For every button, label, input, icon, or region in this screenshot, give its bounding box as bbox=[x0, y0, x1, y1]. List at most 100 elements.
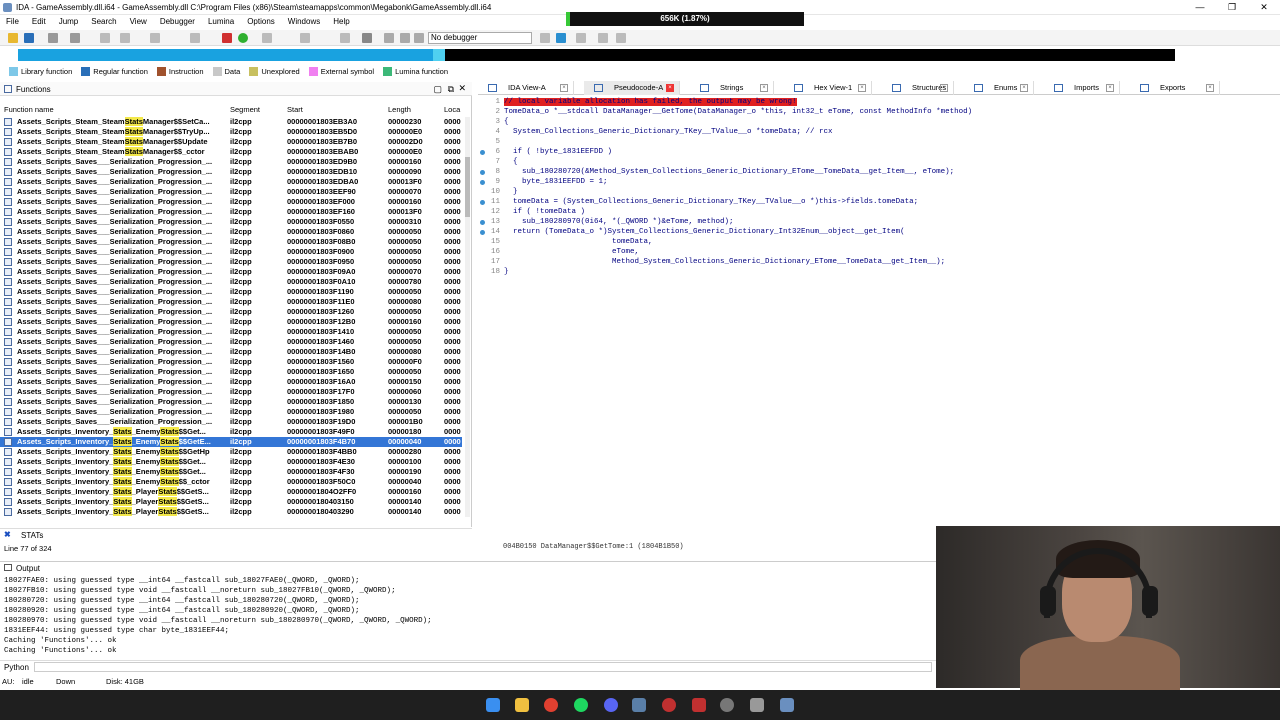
function-row[interactable]: Assets_Scripts_Saves___Serialization_Pro… bbox=[0, 387, 462, 397]
menu-edit[interactable]: Edit bbox=[26, 15, 53, 29]
function-row[interactable]: Assets_Scripts_Saves___Serialization_Pro… bbox=[0, 237, 462, 247]
code-line[interactable]: 1 // local variable allocation has failed… bbox=[478, 98, 1280, 108]
forward-icon[interactable] bbox=[70, 33, 80, 43]
col-start[interactable]: Start bbox=[287, 105, 303, 114]
col-function-name[interactable]: Function name bbox=[4, 105, 54, 114]
function-row[interactable]: Assets_Scripts_Saves___Serialization_Pro… bbox=[0, 167, 462, 177]
function-row[interactable]: Assets_Scripts_Saves___Serialization_Pro… bbox=[0, 367, 462, 377]
restore-icon[interactable]: ⧉ bbox=[448, 84, 454, 95]
function-row[interactable]: Assets_Scripts_Saves___Serialization_Pro… bbox=[0, 337, 462, 347]
tool-icon[interactable] bbox=[340, 33, 350, 43]
debugger-select[interactable]: No debugger bbox=[428, 32, 532, 44]
function-row[interactable]: Assets_Scripts_Saves___Serialization_Pro… bbox=[0, 307, 462, 317]
chrome-icon[interactable] bbox=[544, 698, 558, 712]
function-row[interactable]: Assets_Scripts_Saves___Serialization_Pro… bbox=[0, 217, 462, 227]
save-icon[interactable] bbox=[24, 33, 34, 43]
code-line[interactable]: 4 System_Collections_Generic_Dictionary_… bbox=[478, 128, 1280, 138]
function-row[interactable]: Assets_Scripts_Steam_SteamStatsManager$$… bbox=[0, 147, 462, 157]
menu-search[interactable]: Search bbox=[85, 15, 123, 29]
tab-close-icon[interactable]: × bbox=[1106, 84, 1114, 92]
menu-view[interactable]: View bbox=[124, 15, 154, 29]
function-row[interactable]: Assets_Scripts_Inventory_Stats_EnemyStat… bbox=[0, 467, 462, 477]
function-row[interactable]: Assets_Scripts_Saves___Serialization_Pro… bbox=[0, 267, 462, 277]
app-icon[interactable] bbox=[750, 698, 764, 712]
stop-icon[interactable] bbox=[414, 33, 424, 43]
function-row[interactable]: Assets_Scripts_Inventory_Stats_PlayerSta… bbox=[0, 507, 462, 517]
function-row[interactable]: Assets_Scripts_Saves___Serialization_Pro… bbox=[0, 377, 462, 387]
app-icon[interactable] bbox=[692, 698, 706, 712]
tab-close-icon[interactable]: × bbox=[858, 84, 866, 92]
menu-lumina[interactable]: Lumina bbox=[202, 15, 241, 29]
function-row[interactable]: Assets_Scripts_Saves___Serialization_Pro… bbox=[0, 327, 462, 337]
tab-exports[interactable]: Exports × bbox=[1130, 81, 1220, 95]
tool-icon[interactable] bbox=[616, 33, 626, 43]
function-row[interactable]: Assets_Scripts_Saves___Serialization_Pro… bbox=[0, 197, 462, 207]
code-line[interactable]: 10 } bbox=[478, 188, 1280, 198]
menu-file[interactable]: File bbox=[0, 15, 26, 29]
function-row[interactable]: Assets_Scripts_Saves___Serialization_Pro… bbox=[0, 407, 462, 417]
code-line[interactable]: 14 return (TomeData_o *)System_Collectio… bbox=[478, 228, 1280, 238]
code-line[interactable]: 18} bbox=[478, 268, 1280, 278]
code-line[interactable]: 8 sub_180280720(&Method_System_Collectio… bbox=[478, 168, 1280, 178]
function-row[interactable]: Assets_Scripts_Saves___Serialization_Pro… bbox=[0, 187, 462, 197]
col-length[interactable]: Length bbox=[388, 105, 411, 114]
tab-imports[interactable]: Imports × bbox=[1044, 81, 1120, 95]
function-row[interactable]: Assets_Scripts_Saves___Serialization_Pro… bbox=[0, 317, 462, 327]
function-row[interactable]: Assets_Scripts_Saves___Serialization_Pro… bbox=[0, 297, 462, 307]
function-row[interactable]: Assets_Scripts_Inventory_Stats_EnemyStat… bbox=[0, 437, 462, 447]
function-row[interactable]: Assets_Scripts_Steam_SteamStatsManager$$… bbox=[0, 117, 462, 127]
code-line[interactable]: 16 eTome, bbox=[478, 248, 1280, 258]
app-icon[interactable] bbox=[720, 698, 734, 712]
tool-icon[interactable] bbox=[598, 33, 608, 43]
filter-text[interactable]: STATs bbox=[21, 531, 43, 540]
ida-taskbar-icon[interactable] bbox=[780, 698, 794, 712]
function-row[interactable]: Assets_Scripts_Inventory_Stats_PlayerSta… bbox=[0, 487, 462, 497]
code-line[interactable]: 7 { bbox=[478, 158, 1280, 168]
play-icon[interactable] bbox=[384, 33, 394, 43]
maximize-icon[interactable]: ❐ bbox=[1216, 0, 1248, 15]
function-row[interactable]: Assets_Scripts_Saves___Serialization_Pro… bbox=[0, 177, 462, 187]
run-icon[interactable] bbox=[238, 33, 248, 43]
cli-language[interactable]: Python bbox=[4, 663, 29, 672]
minimize-icon[interactable]: — bbox=[1184, 0, 1216, 15]
code-line[interactable]: 11 tomeData = (System_Collections_Generi… bbox=[478, 198, 1280, 208]
col-segment[interactable]: Segment bbox=[230, 105, 260, 114]
cancel-icon[interactable] bbox=[362, 33, 372, 43]
function-row[interactable]: Assets_Scripts_Saves___Serialization_Pro… bbox=[0, 347, 462, 357]
function-row[interactable]: Assets_Scripts_Inventory_Stats_EnemyStat… bbox=[0, 447, 462, 457]
function-row[interactable]: Assets_Scripts_Saves___Serialization_Pro… bbox=[0, 287, 462, 297]
tab-pseudocode-a[interactable]: Pseudocode-A × bbox=[584, 81, 680, 95]
steam-icon[interactable] bbox=[632, 698, 646, 712]
menu-jump[interactable]: Jump bbox=[53, 15, 86, 29]
open-icon[interactable] bbox=[8, 33, 18, 43]
cli-input[interactable] bbox=[34, 662, 932, 672]
tool-icon[interactable] bbox=[100, 33, 110, 43]
close-icon[interactable]: ✕ bbox=[458, 83, 466, 94]
tab-close-icon[interactable]: × bbox=[560, 84, 568, 92]
col-locals[interactable]: Loca bbox=[444, 105, 460, 114]
function-row[interactable]: Assets_Scripts_Saves___Serialization_Pro… bbox=[0, 257, 462, 267]
tab-structures[interactable]: Structures × bbox=[882, 81, 954, 95]
code-line[interactable]: 15 tomeData, bbox=[478, 238, 1280, 248]
tab-ida-view-a[interactable]: IDA View-A × bbox=[478, 81, 574, 95]
app-icon[interactable] bbox=[662, 698, 676, 712]
windows-start-icon[interactable] bbox=[486, 698, 500, 712]
function-row[interactable]: Assets_Scripts_Saves___Serialization_Pro… bbox=[0, 207, 462, 217]
tool-icon[interactable] bbox=[540, 33, 550, 43]
float-icon[interactable]: ▢ bbox=[433, 84, 442, 95]
function-row[interactable]: Assets_Scripts_Inventory_Stats_EnemyStat… bbox=[0, 477, 462, 487]
back-icon[interactable] bbox=[48, 33, 58, 43]
refresh-icon[interactable] bbox=[556, 33, 566, 43]
graph-icon[interactable] bbox=[222, 33, 232, 43]
function-row[interactable]: Assets_Scripts_Inventory_Stats_EnemyStat… bbox=[0, 457, 462, 467]
function-row[interactable]: Assets_Scripts_Saves___Serialization_Pro… bbox=[0, 357, 462, 367]
file-explorer-icon[interactable] bbox=[515, 698, 529, 712]
tab-strings[interactable]: Strings × bbox=[690, 81, 774, 95]
function-row[interactable]: Assets_Scripts_Saves___Serialization_Pro… bbox=[0, 417, 462, 427]
navigation-strip[interactable] bbox=[18, 49, 1175, 61]
tab-close-icon[interactable]: × bbox=[666, 84, 674, 92]
function-row[interactable]: Assets_Scripts_Saves___Serialization_Pro… bbox=[0, 277, 462, 287]
tool-icon[interactable] bbox=[150, 33, 160, 43]
pause-icon[interactable] bbox=[400, 33, 410, 43]
code-line[interactable]: 5 bbox=[478, 138, 1280, 148]
